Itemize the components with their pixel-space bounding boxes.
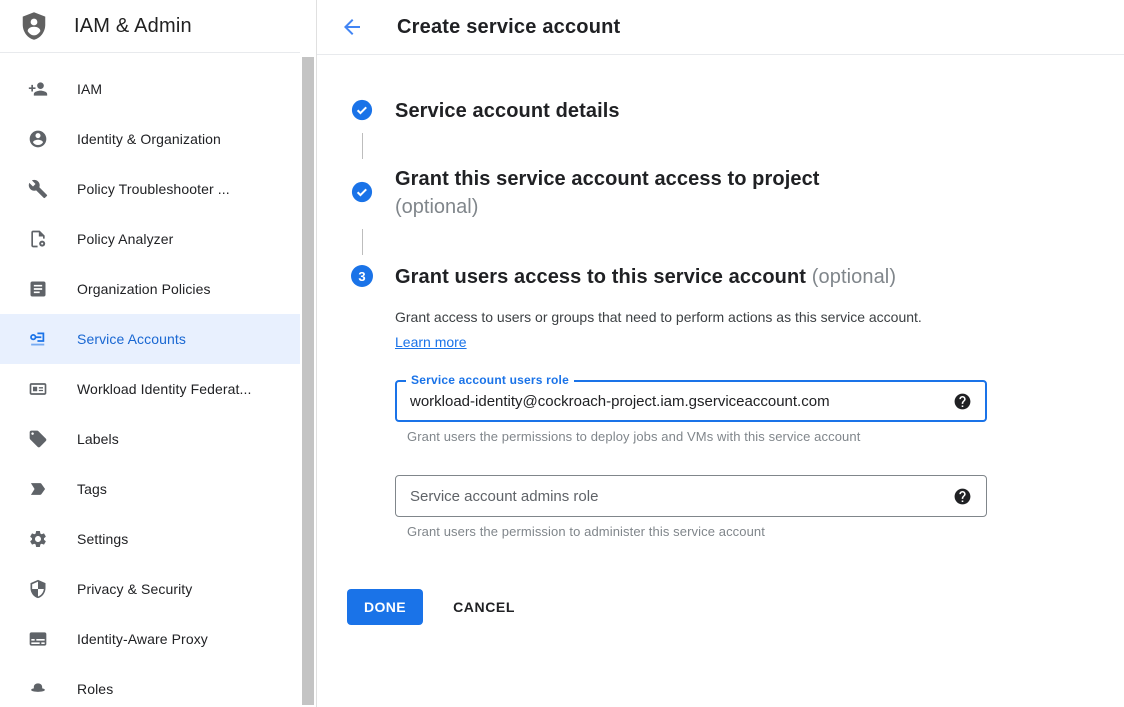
sidebar-item-tags[interactable]: Tags (0, 464, 300, 514)
service-account-key-icon (28, 329, 48, 349)
sidebar-item-label: Policy Analyzer (77, 231, 173, 247)
iam-admin-window: IAM & Admin IAM Identity & Organization … (0, 0, 1124, 707)
proxy-icon (28, 629, 48, 649)
step-1-check-icon (351, 99, 373, 121)
step-connector (362, 229, 363, 255)
back-arrow-icon[interactable] (340, 15, 364, 39)
step-3-title: Grant users access to this service accou… (395, 263, 987, 291)
service-account-admins-role-field[interactable] (395, 475, 987, 517)
hat-icon (28, 679, 48, 699)
step-3-description: Grant access to users or groups that nee… (395, 305, 943, 355)
learn-more-link[interactable]: Learn more (395, 334, 467, 350)
sidebar-item-privacy-security[interactable]: Privacy & Security (0, 564, 300, 614)
sidebar-item-label: Service Accounts (77, 331, 186, 347)
sidebar-item-label: Workload Identity Federat... (77, 381, 252, 397)
sidebar-item-identity-aware-proxy[interactable]: Identity-Aware Proxy (0, 614, 300, 664)
sidebar-item-organization-policies[interactable]: Organization Policies (0, 264, 300, 314)
step-3-optional-label: (optional) (812, 266, 896, 288)
sidebar-item-label: Labels (77, 431, 119, 447)
sidebar-item-label: Tags (77, 481, 107, 497)
sidebar-item-label: Policy Troubleshooter ... (77, 181, 230, 197)
step-2-grant-access-to-project: Grant this service account access to pro… (351, 167, 1124, 221)
service-account-users-role-field[interactable]: Service account users role (395, 380, 987, 422)
sidebar-nav: IAM Identity & Organization Policy Troub… (0, 53, 300, 707)
step-3-grant-users-access: 3 Grant users access to this service acc… (351, 265, 1124, 539)
users-role-input[interactable] (410, 393, 943, 410)
admins-role-helper-text: Grant users the permission to administer… (407, 524, 987, 539)
step-3-number-badge: 3 (351, 265, 373, 287)
identity-person-icon (28, 129, 48, 149)
step-1-title: Service account details (395, 97, 620, 125)
sidebar-item-labels[interactable]: Labels (0, 414, 300, 464)
admins-role-help-icon[interactable] (953, 487, 972, 506)
step-2-optional-label: (optional) (395, 193, 820, 221)
gear-icon (28, 529, 48, 549)
sidebar-item-workload-identity-federation[interactable]: Workload Identity Federat... (0, 364, 300, 414)
shield-icon (28, 579, 48, 599)
sidebar: IAM & Admin IAM Identity & Organization … (0, 0, 300, 707)
sidebar-item-label: Roles (77, 681, 113, 697)
sidebar-item-label: IAM (77, 81, 102, 97)
users-role-help-icon[interactable] (953, 392, 972, 411)
page-header: Create service account (317, 0, 1124, 55)
sidebar-item-settings[interactable]: Settings (0, 514, 300, 564)
sidebar-header: IAM & Admin (0, 0, 300, 53)
users-role-helper-text: Grant users the permissions to deploy jo… (407, 429, 987, 444)
person-add-icon (28, 79, 48, 99)
sidebar-item-label: Settings (77, 531, 128, 547)
users-role-floating-label: Service account users role (406, 373, 574, 387)
step-connector (362, 133, 363, 159)
document-gear-icon (28, 229, 48, 249)
sidebar-item-roles[interactable]: Roles (0, 664, 300, 707)
main-panel: Create service account Service account d… (317, 0, 1124, 707)
sidebar-item-identity-organization[interactable]: Identity & Organization (0, 114, 300, 164)
sidebar-item-label: Identity & Organization (77, 131, 221, 147)
sidebar-item-policy-troubleshooter[interactable]: Policy Troubleshooter ... (0, 164, 300, 214)
cancel-button[interactable]: CANCEL (445, 589, 523, 625)
sidebar-item-label: Identity-Aware Proxy (77, 631, 208, 647)
step-2-title: Grant this service account access to pro… (395, 165, 820, 193)
article-icon (28, 279, 48, 299)
done-button[interactable]: DONE (347, 589, 423, 625)
sidebar-item-label: Privacy & Security (77, 581, 192, 597)
create-service-account-form: Service account details Grant this servi… (317, 55, 1124, 625)
form-actions: DONE CANCEL (347, 589, 1124, 625)
tag-arrow-icon (28, 479, 48, 499)
step-1-service-account-details: Service account details (351, 99, 1124, 125)
sidebar-item-label: Organization Policies (77, 281, 211, 297)
sidebar-scrollbar-track (301, 54, 316, 707)
sidebar-scrollbar-thumb[interactable] (302, 57, 314, 705)
step-2-check-icon (351, 181, 373, 203)
iam-shield-logo-icon (19, 11, 49, 41)
sidebar-item-policy-analyzer[interactable]: Policy Analyzer (0, 214, 300, 264)
page-title: Create service account (397, 16, 620, 39)
sidebar-item-iam[interactable]: IAM (0, 64, 300, 114)
label-tag-icon (28, 429, 48, 449)
admins-role-input[interactable] (410, 488, 943, 505)
step-3-body: Grant access to users or groups that nee… (395, 305, 987, 539)
card-icon (28, 379, 48, 399)
sidebar-item-service-accounts[interactable]: Service Accounts (0, 314, 300, 364)
product-title: IAM & Admin (74, 15, 192, 38)
wrench-icon (28, 179, 48, 199)
